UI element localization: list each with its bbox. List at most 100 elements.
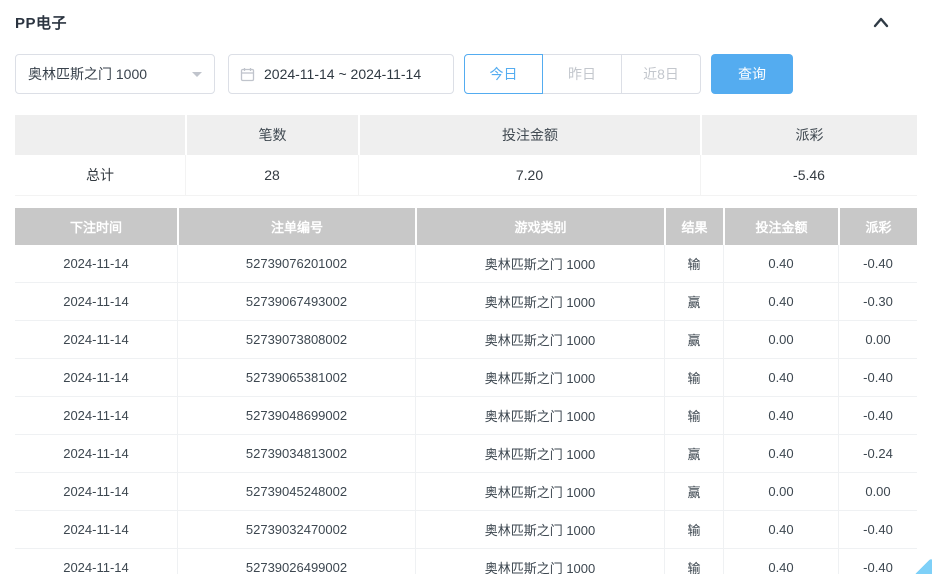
table-row: 2024-11-14 52739076201002 奥林匹斯之门 1000 输 …: [15, 245, 917, 283]
cell-bet-id: 52739048699002: [177, 397, 415, 434]
pp-games-panel: PP电子 奥林匹斯之门 1000 2024-11-14 ~ 2024-11-14…: [0, 0, 932, 574]
table-row: 2024-11-14 52739034813002 奥林匹斯之门 1000 赢 …: [15, 435, 917, 473]
bets-table: 下注时间 注单编号 游戏类别 结果 投注金额 派彩 2024-11-14 527…: [15, 208, 917, 574]
cell-bet-amount: 0.00: [723, 321, 838, 358]
cell-bet-time: 2024-11-14: [15, 321, 177, 358]
quick-button-yesterday[interactable]: 昨日: [543, 54, 622, 94]
summary-header-count: 笔数: [185, 115, 358, 155]
cell-bet-amount: 0.40: [723, 549, 838, 574]
header-game-category: 游戏类别: [415, 208, 664, 245]
cell-payout: 0.00: [838, 473, 917, 510]
query-button[interactable]: 查询: [711, 54, 793, 94]
cell-bet-id: 52739073808002: [177, 321, 415, 358]
table-row: 2024-11-14 52739073808002 奥林匹斯之门 1000 赢 …: [15, 321, 917, 359]
cell-game-category: 奥林匹斯之门 1000: [415, 511, 664, 548]
cell-bet-amount: 0.40: [723, 245, 838, 282]
cell-bet-id: 52739034813002: [177, 435, 415, 472]
summary-bet-amount-value: 7.20: [358, 155, 700, 195]
cell-bet-amount: 0.40: [723, 435, 838, 472]
summary-payout-value: -5.46: [700, 155, 917, 195]
cell-result: 赢: [664, 321, 723, 358]
summary-count-value: 28: [185, 155, 358, 195]
date-range-value: 2024-11-14 ~ 2024-11-14: [264, 66, 421, 82]
table-row: 2024-11-14 52739026499002 奥林匹斯之门 1000 输 …: [15, 549, 917, 574]
cell-bet-amount: 0.00: [723, 473, 838, 510]
quick-button-today[interactable]: 今日: [464, 54, 543, 94]
panel-header: PP电子: [15, 0, 917, 33]
cell-bet-amount: 0.40: [723, 397, 838, 434]
table-row: 2024-11-14 52739065381002 奥林匹斯之门 1000 输 …: [15, 359, 917, 397]
cell-game-category: 奥林匹斯之门 1000: [415, 321, 664, 358]
cell-result: 赢: [664, 473, 723, 510]
cell-game-category: 奥林匹斯之门 1000: [415, 549, 664, 574]
cell-payout: -0.40: [838, 549, 917, 574]
summary-total-row: 总计 28 7.20 -5.46: [15, 155, 917, 196]
chevron-up-icon: [872, 14, 890, 32]
cell-result: 赢: [664, 283, 723, 320]
cell-bet-time: 2024-11-14: [15, 473, 177, 510]
table-row: 2024-11-14 52739032470002 奥林匹斯之门 1000 输 …: [15, 511, 917, 549]
cell-payout: -0.40: [838, 397, 917, 434]
cell-bet-amount: 0.40: [723, 511, 838, 548]
cell-bet-time: 2024-11-14: [15, 511, 177, 548]
cell-bet-time: 2024-11-14: [15, 283, 177, 320]
quick-range-group: 今日 昨日 近8日: [464, 54, 701, 94]
quick-button-last-8-days[interactable]: 近8日: [622, 54, 701, 94]
header-result: 结果: [664, 208, 723, 245]
calendar-icon: [240, 67, 255, 82]
cell-bet-time: 2024-11-14: [15, 549, 177, 574]
cell-bet-time: 2024-11-14: [15, 245, 177, 282]
collapse-panel-button[interactable]: [872, 14, 890, 32]
cell-result: 输: [664, 359, 723, 396]
cell-bet-id: 52739065381002: [177, 359, 415, 396]
cell-game-category: 奥林匹斯之门 1000: [415, 245, 664, 282]
cell-payout: -0.40: [838, 359, 917, 396]
cell-result: 赢: [664, 435, 723, 472]
table-row: 2024-11-14 52739048699002 奥林匹斯之门 1000 输 …: [15, 397, 917, 435]
cell-game-category: 奥林匹斯之门 1000: [415, 397, 664, 434]
summary-table: 笔数 投注金额 派彩 总计 28 7.20 -5.46: [15, 115, 917, 196]
game-select[interactable]: 奥林匹斯之门 1000: [15, 54, 215, 94]
bets-table-body: 2024-11-14 52739076201002 奥林匹斯之门 1000 输 …: [15, 245, 917, 574]
cell-result: 输: [664, 549, 723, 574]
chevron-down-icon: [192, 72, 202, 82]
header-bet-time: 下注时间: [15, 208, 177, 245]
summary-table-header: 笔数 投注金额 派彩: [15, 115, 917, 155]
cell-bet-id: 52739076201002: [177, 245, 415, 282]
page-title: PP电子: [15, 12, 67, 33]
cell-bet-id: 52739026499002: [177, 549, 415, 574]
summary-header-payout: 派彩: [700, 115, 917, 155]
header-bet-amount: 投注金额: [723, 208, 838, 245]
cell-payout: 0.00: [838, 321, 917, 358]
cell-payout: -0.24: [838, 435, 917, 472]
cell-bet-id: 52739067493002: [177, 283, 415, 320]
header-payout: 派彩: [838, 208, 917, 245]
cell-bet-amount: 0.40: [723, 283, 838, 320]
summary-total-label: 总计: [15, 155, 185, 195]
cell-bet-id: 52739045248002: [177, 473, 415, 510]
cell-payout: -0.30: [838, 283, 917, 320]
filter-controls: 奥林匹斯之门 1000 2024-11-14 ~ 2024-11-14 今日 昨…: [15, 54, 917, 94]
cell-result: 输: [664, 511, 723, 548]
cell-result: 输: [664, 245, 723, 282]
cell-bet-time: 2024-11-14: [15, 359, 177, 396]
summary-header-blank: [15, 115, 185, 155]
cell-bet-amount: 0.40: [723, 359, 838, 396]
bets-table-header: 下注时间 注单编号 游戏类别 结果 投注金额 派彩: [15, 208, 917, 245]
summary-header-bet-amount: 投注金额: [358, 115, 700, 155]
cell-game-category: 奥林匹斯之门 1000: [415, 283, 664, 320]
date-range-picker[interactable]: 2024-11-14 ~ 2024-11-14: [228, 54, 454, 94]
table-row: 2024-11-14 52739067493002 奥林匹斯之门 1000 赢 …: [15, 283, 917, 321]
cell-game-category: 奥林匹斯之门 1000: [415, 359, 664, 396]
cell-result: 输: [664, 397, 723, 434]
cell-bet-time: 2024-11-14: [15, 435, 177, 472]
cell-bet-time: 2024-11-14: [15, 397, 177, 434]
cell-game-category: 奥林匹斯之门 1000: [415, 473, 664, 510]
cell-payout: -0.40: [838, 511, 917, 548]
header-bet-id: 注单编号: [177, 208, 415, 245]
cell-game-category: 奥林匹斯之门 1000: [415, 435, 664, 472]
cell-bet-id: 52739032470002: [177, 511, 415, 548]
table-row: 2024-11-14 52739045248002 奥林匹斯之门 1000 赢 …: [15, 473, 917, 511]
game-select-value: 奥林匹斯之门 1000: [28, 64, 147, 84]
cell-payout: -0.40: [838, 245, 917, 282]
